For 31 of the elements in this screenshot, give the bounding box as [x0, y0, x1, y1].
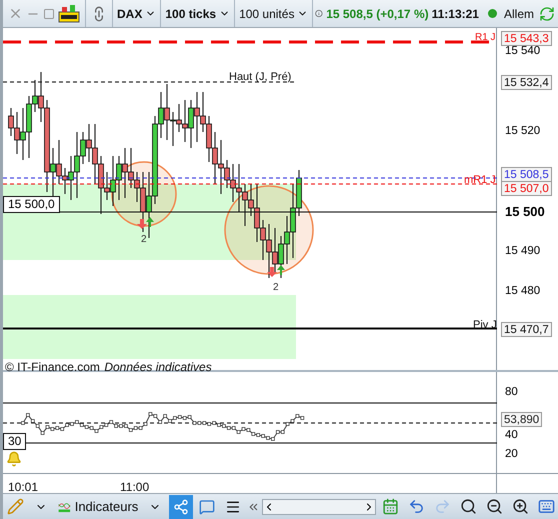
market-name: Allem [504, 6, 534, 20]
copyright-text: © IT-Finance.com Données indicatives [5, 359, 212, 375]
price-marker: 15 470,7 [501, 322, 552, 337]
price-marker: 15 508,5 [501, 167, 552, 182]
level-label: Haut (J, Pré) [229, 70, 292, 84]
price-marker: 15 543,3 [501, 31, 552, 46]
axis-tick: 15 520 [505, 126, 540, 138]
level-label: mR1 J [464, 173, 496, 187]
level-label: R1 J [475, 31, 496, 44]
price-marker: 15 532,4 [501, 75, 552, 90]
axis-tick: 40 [505, 430, 518, 442]
axis-tick: 15 500 [505, 205, 545, 218]
price-marker: 15 507,0 [501, 181, 552, 196]
axis-tick: 20 [505, 449, 518, 460]
symbol-dropdown[interactable]: DAX [113, 0, 162, 27]
time-label: 10:01 [8, 479, 38, 495]
time-label: 11:00 [120, 479, 150, 495]
indicators-button[interactable]: Indicateurs [55, 494, 142, 518]
axis-tick: 80 [505, 387, 518, 398]
last-price: 15 508,5 (+0,17 %) [326, 6, 429, 20]
axis-tick: 15 480 [505, 286, 540, 298]
clock-time: 11:13:21 [432, 6, 479, 20]
axis-tick: 15 490 [505, 246, 540, 258]
rsi-value: 53,890 [501, 412, 542, 427]
axis-tick: 15 540 [505, 46, 540, 58]
signal-count: 2 [141, 233, 147, 246]
price-label: 15 500,0 [3, 196, 60, 213]
signal-count: 2 [273, 281, 279, 294]
units-dropdown[interactable]: 100 unités [235, 0, 314, 27]
threshold-label: 30 [3, 433, 26, 450]
period-dropdown[interactable]: 100 ticks [161, 0, 236, 27]
